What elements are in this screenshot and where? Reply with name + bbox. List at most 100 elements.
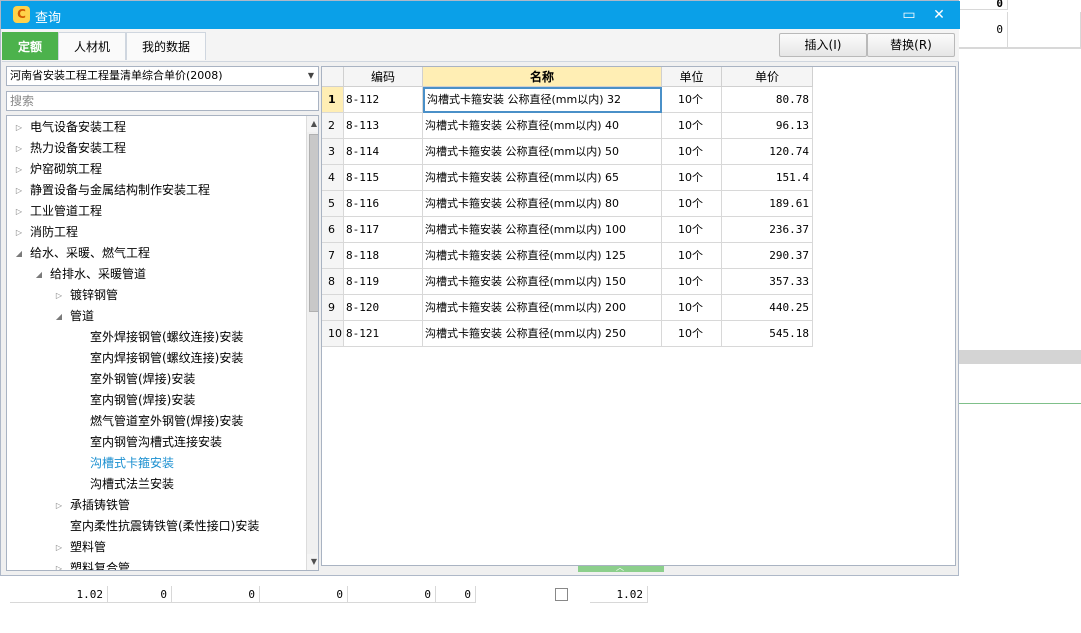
tree-item[interactable]: 室内钢管(焊接)安装 [7,390,303,411]
scrollbar-thumb[interactable] [309,134,318,312]
row-number-cell[interactable]: 1 [322,87,344,113]
tab-labor-material-machine[interactable]: 人材机 [58,32,126,60]
price-cell[interactable]: 290.37 [722,243,813,269]
grid-header-name[interactable]: 名称 [423,67,662,87]
tree-item[interactable]: ▷ 消防工程 [7,222,303,243]
maximize-icon[interactable]: ▭ [899,5,919,25]
tree-item[interactable]: ◢ 给水、采暖、燃气工程 [7,243,303,264]
name-cell[interactable]: 沟槽式卡箍安装 公称直径(mm以内) 150 [423,269,662,295]
price-cell[interactable]: 357.33 [722,269,813,295]
price-cell[interactable]: 96.13 [722,113,813,139]
unit-cell[interactable]: 10个 [662,217,722,243]
name-cell[interactable]: 沟槽式卡箍安装 公称直径(mm以内) 65 [423,165,662,191]
price-cell[interactable]: 545.18 [722,321,813,347]
unit-cell[interactable]: 10个 [662,113,722,139]
close-icon[interactable]: ✕ [929,5,949,25]
tree-item[interactable]: 燃气管道室外钢管(焊接)安装 [7,411,303,432]
collapse-arrow-icon[interactable]: ◢ [54,306,64,327]
code-cell[interactable]: 8-112 [344,87,423,113]
tree-item[interactable]: 室外焊接钢管(螺纹连接)安装 [7,327,303,348]
tree-item[interactable]: ▷ 工业管道工程 [7,201,303,222]
expand-arrow-icon[interactable]: ▷ [54,537,64,558]
name-cell[interactable]: 沟槽式卡箍安装 公称直径(mm以内) 200 [423,295,662,321]
code-cell[interactable]: 8-113 [344,113,423,139]
row-number-cell[interactable]: 9 [322,295,344,321]
insert-button[interactable]: 插入(I) [779,33,867,57]
search-input[interactable] [6,91,319,111]
tree-item[interactable]: ◢ 给排水、采暖管道 [7,264,303,285]
tree-scrollbar[interactable]: ▲ ▼ [306,116,318,570]
name-cell[interactable]: 沟槽式卡箍安装 公称直径(mm以内) 50 [423,139,662,165]
grid-header-code[interactable]: 编码 [344,67,423,87]
tree-item[interactable]: 室外钢管(焊接)安装 [7,369,303,390]
expand-arrow-icon[interactable]: ▷ [54,558,64,570]
price-cell[interactable]: 236.37 [722,217,813,243]
tab-quota[interactable]: 定额 [2,32,58,60]
code-cell[interactable]: 8-117 [344,217,423,243]
scroll-down-icon[interactable]: ▼ [307,554,318,570]
code-cell[interactable]: 8-121 [344,321,423,347]
name-cell[interactable]: 沟槽式卡箍安装 公称直径(mm以内) 100 [423,217,662,243]
code-cell[interactable]: 8-116 [344,191,423,217]
unit-cell[interactable]: 10个 [662,321,722,347]
name-cell[interactable]: 沟槽式卡箍安装 公称直径(mm以内) 40 [423,113,662,139]
tree-item[interactable]: ▷ 承插铸铁管 [7,495,303,516]
collapse-arrow-icon[interactable]: ◢ [34,264,44,285]
grid-header-price[interactable]: 单价 [722,67,813,87]
tree-item[interactable]: ▷ 热力设备安装工程 [7,138,303,159]
expand-arrow-icon[interactable]: ▷ [54,495,64,516]
expand-arrow-icon[interactable]: ▷ [14,201,24,222]
tree-item[interactable]: ▷ 静置设备与金属结构制作安装工程 [7,180,303,201]
code-cell[interactable]: 8-120 [344,295,423,321]
background-checkbox[interactable] [555,588,568,601]
name-cell[interactable]: 沟槽式卡箍安装 公称直径(mm以内) 250 [423,321,662,347]
unit-cell[interactable]: 10个 [662,295,722,321]
code-cell[interactable]: 8-114 [344,139,423,165]
tree-item[interactable]: ▷ 电气设备安装工程 [7,117,303,138]
row-number-cell[interactable]: 2 [322,113,344,139]
tree-item[interactable]: 室内焊接钢管(螺纹连接)安装 [7,348,303,369]
expand-arrow-icon[interactable]: ▷ [14,138,24,159]
grid-header-unit[interactable]: 单位 [662,67,722,87]
tree-item[interactable]: ◢ 管道 [7,306,303,327]
name-cell[interactable]: 沟槽式卡箍安装 公称直径(mm以内) 32 [423,87,662,113]
expand-arrow-icon[interactable]: ▷ [14,117,24,138]
code-cell[interactable]: 8-118 [344,243,423,269]
row-number-cell[interactable]: 10 [322,321,344,347]
title-bar[interactable]: C 查询 ▭ ✕ [1,1,960,29]
name-cell[interactable]: 沟槽式卡箍安装 公称直径(mm以内) 80 [423,191,662,217]
tree-item[interactable]: 室内柔性抗震铸铁管(柔性接口)安装 [7,516,303,537]
row-number-cell[interactable]: 8 [322,269,344,295]
price-cell[interactable]: 80.78 [722,87,813,113]
splitter-handle[interactable]: ︿ [578,563,664,572]
tree-item[interactable]: ▷ 塑料管 [7,537,303,558]
price-cell[interactable]: 440.25 [722,295,813,321]
expand-arrow-icon[interactable]: ▷ [14,222,24,243]
unit-cell[interactable]: 10个 [662,139,722,165]
unit-cell[interactable]: 10个 [662,243,722,269]
tree-item[interactable]: ▷ 塑料复合管 [7,558,303,570]
collapse-arrow-icon[interactable]: ◢ [14,243,24,264]
row-number-cell[interactable]: 5 [322,191,344,217]
tab-my-data[interactable]: 我的数据 [126,32,206,60]
name-cell[interactable]: 沟槽式卡箍安装 公称直径(mm以内) 125 [423,243,662,269]
replace-button[interactable]: 替换(R) [867,33,955,57]
unit-cell[interactable]: 10个 [662,191,722,217]
tree-item[interactable]: 室内钢管沟槽式连接安装 [7,432,303,453]
code-cell[interactable]: 8-115 [344,165,423,191]
row-number-cell[interactable]: 7 [322,243,344,269]
row-number-cell[interactable]: 6 [322,217,344,243]
tree-item[interactable]: ▷ 镀锌钢管 [7,285,303,306]
unit-cell[interactable]: 10个 [662,269,722,295]
row-number-cell[interactable]: 3 [322,139,344,165]
expand-arrow-icon[interactable]: ▷ [14,180,24,201]
scroll-up-icon[interactable]: ▲ [307,116,318,132]
row-number-cell[interactable]: 4 [322,165,344,191]
code-cell[interactable]: 8-119 [344,269,423,295]
price-cell[interactable]: 120.74 [722,139,813,165]
price-cell[interactable]: 151.4 [722,165,813,191]
unit-cell[interactable]: 10个 [662,87,722,113]
expand-arrow-icon[interactable]: ▷ [54,285,64,306]
tree-item[interactable]: ▷ 炉窑砌筑工程 [7,159,303,180]
tree-item[interactable]: 沟槽式法兰安装 [7,474,303,495]
